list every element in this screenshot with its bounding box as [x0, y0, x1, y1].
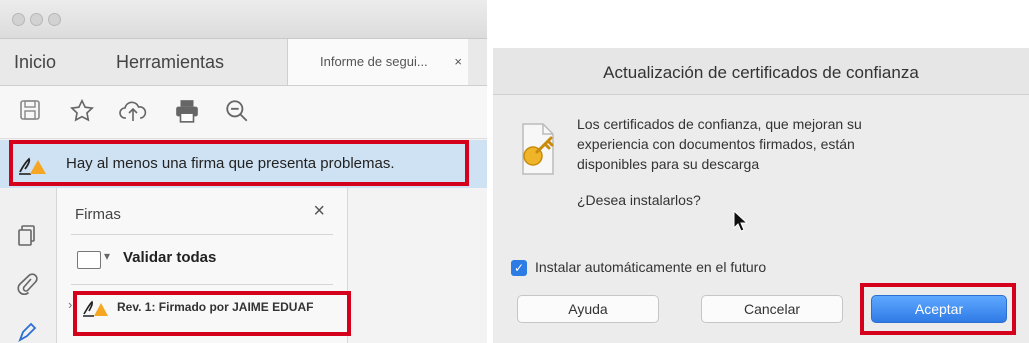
chevron-down-icon[interactable]: ▾ — [104, 249, 110, 263]
tab-close-icon[interactable]: × — [454, 39, 462, 85]
tab-tools[interactable]: Herramientas — [116, 39, 224, 85]
close-window-button[interactable] — [12, 13, 25, 26]
auto-install-checkbox[interactable]: ✓ — [511, 260, 527, 276]
dialog-header: Actualización de certificados de confian… — [493, 48, 1029, 95]
toolbar — [0, 86, 487, 139]
tab-home[interactable]: Inicio — [14, 39, 56, 85]
dialog-message: Los certificados de confianza, que mejor… — [577, 116, 862, 172]
attachment-icon[interactable] — [14, 272, 40, 298]
divider — [71, 234, 333, 235]
save-icon[interactable] — [15, 98, 45, 128]
trust-certificates-dialog: Actualización de certificados de confian… — [493, 48, 1029, 343]
minimize-window-button[interactable] — [30, 13, 43, 26]
dialog-title: Actualización de certificados de confian… — [603, 63, 919, 82]
tab-document-label: Informe de segui... — [320, 54, 428, 69]
title-bar — [0, 0, 487, 39]
divider — [71, 284, 333, 285]
mouse-cursor-icon — [733, 210, 747, 232]
zoom-window-button[interactable] — [48, 13, 61, 26]
help-button[interactable]: Ayuda — [517, 295, 659, 323]
cloud-upload-icon[interactable] — [118, 98, 148, 128]
acrobat-window: Inicio Herramientas Informe de segui... … — [0, 0, 487, 343]
revision-highlight-box — [73, 291, 351, 336]
warning-highlight-box — [9, 140, 469, 186]
tab-bar: Inicio Herramientas Informe de segui... … — [0, 39, 487, 86]
tab-document[interactable]: Informe de segui... × — [287, 39, 468, 85]
bookmark-star-icon[interactable] — [67, 98, 97, 128]
certificate-icon — [522, 123, 554, 175]
expand-chevron-icon[interactable]: › — [68, 297, 72, 312]
signatures-panel-title: Firmas — [75, 206, 121, 223]
cancel-button[interactable]: Cancelar — [701, 295, 843, 323]
left-sidebar — [0, 188, 57, 343]
validate-all-button[interactable]: Validar todas — [123, 249, 216, 266]
auto-install-label[interactable]: Instalar automáticamente en el futuro — [535, 259, 766, 275]
close-icon[interactable]: × — [313, 200, 325, 223]
zoom-out-icon[interactable] — [222, 98, 252, 128]
print-icon[interactable] — [172, 98, 202, 128]
signature-pen-icon[interactable] — [14, 320, 40, 343]
accept-highlight-box — [860, 283, 1016, 335]
options-menu-icon[interactable] — [77, 251, 101, 269]
pages-icon[interactable] — [14, 224, 40, 250]
dialog-question: ¿Desea instalarlos? — [577, 192, 701, 208]
